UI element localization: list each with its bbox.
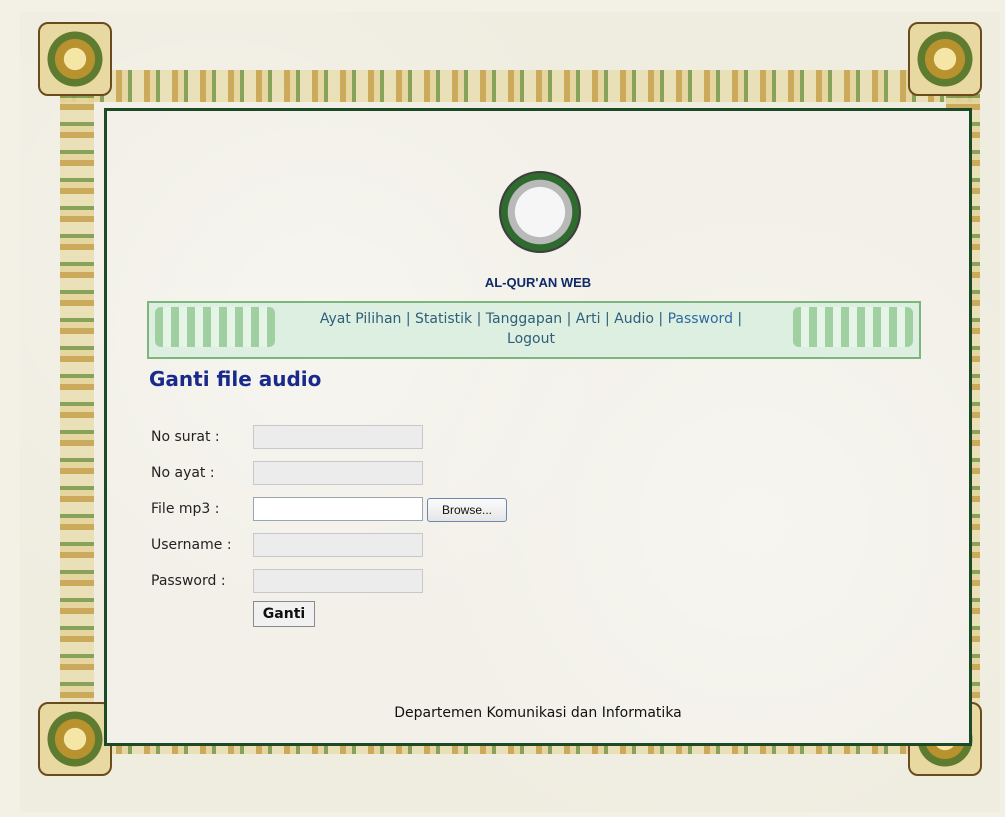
corner-ornament xyxy=(38,22,112,96)
corner-ornament xyxy=(908,22,982,96)
form-row-password: Password : xyxy=(151,569,571,595)
nav-link-ayat-pilihan[interactable]: Ayat Pilihan xyxy=(320,311,402,327)
file-mp3-input[interactable] xyxy=(253,497,423,521)
page-title: Ganti file audio xyxy=(149,367,322,391)
password-label: Password : xyxy=(151,573,226,589)
nav-separator: | xyxy=(472,311,486,327)
nav-separator: | xyxy=(401,311,416,327)
no-ayat-label: No ayat : xyxy=(151,465,215,481)
nav-link-arti[interactable]: Arti xyxy=(576,311,601,327)
no-surat-label: No surat : xyxy=(151,429,220,445)
left-border-ornament xyxy=(60,70,94,754)
form-row-file-mp3: File mp3 : Browse... xyxy=(151,497,571,523)
nav-separator: | xyxy=(732,311,743,327)
ornament-icon xyxy=(793,307,913,347)
nav-separator: | xyxy=(600,311,615,327)
username-input[interactable] xyxy=(253,533,423,557)
footer-text: Departemen Komunikasi dan Informatika xyxy=(394,705,682,721)
no-ayat-input[interactable] xyxy=(253,461,423,485)
ornament-icon xyxy=(155,307,275,347)
file-mp3-label: File mp3 : xyxy=(151,501,220,517)
nav-link-tanggapan[interactable]: Tanggapan xyxy=(486,311,562,327)
username-label: Username : xyxy=(151,537,232,553)
browse-button[interactable]: Browse... xyxy=(427,498,507,522)
no-surat-input[interactable] xyxy=(253,425,423,449)
nav-link-logout[interactable]: Logout xyxy=(507,331,555,347)
corner-ornament xyxy=(38,702,112,776)
form-row-no-surat: No surat : xyxy=(151,425,571,451)
ornamental-frame: AL-QUR'AN WEB Ayat Pilihan | Statistik |… xyxy=(20,12,1000,812)
nav-links: Ayat Pilihan | Statistik | Tanggapan | A… xyxy=(281,309,781,349)
form-row-no-ayat: No ayat : xyxy=(151,461,571,487)
site-title: AL-QUR'AN WEB xyxy=(484,275,592,290)
submit-button[interactable]: Ganti xyxy=(253,601,315,627)
nav-link-statistik[interactable]: Statistik xyxy=(415,311,472,327)
form-row-username: Username : xyxy=(151,533,571,559)
password-input[interactable] xyxy=(253,569,423,593)
navigation-bar: Ayat Pilihan | Statistik | Tanggapan | A… xyxy=(147,301,921,359)
nav-separator: | xyxy=(562,311,576,327)
nav-link-audio[interactable]: Audio xyxy=(614,311,654,327)
content-panel: AL-QUR'AN WEB Ayat Pilihan | Statistik |… xyxy=(104,108,972,746)
quran-emblem-icon xyxy=(499,171,581,253)
top-border-ornament xyxy=(60,70,980,102)
nav-separator: | xyxy=(653,311,668,327)
nav-link-password[interactable]: Password xyxy=(668,311,733,327)
